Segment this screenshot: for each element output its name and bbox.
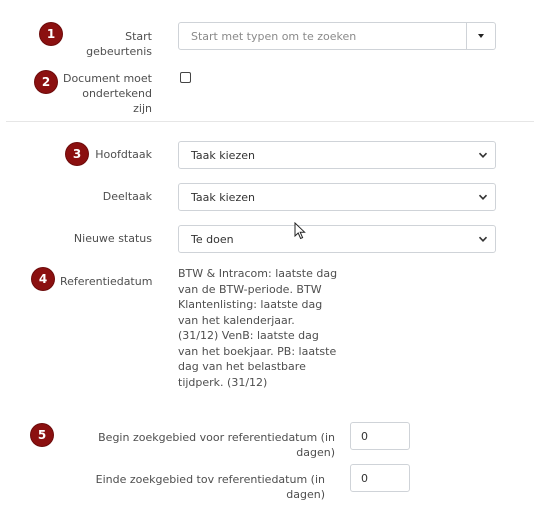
referentiedatum-line: BTW & Intracom: laatste dag	[178, 267, 338, 280]
step-badge-5: 5	[31, 424, 53, 446]
deeltaak-value: Taak kiezen	[191, 190, 255, 204]
hoofdtaak-select[interactable]: Taak kiezen	[178, 141, 496, 169]
referentiedatum-line: dag van het belastbare	[178, 360, 306, 373]
start-event-input[interactable]: Start met typen om te zoeken	[191, 23, 356, 49]
step-badge-2: 2	[35, 71, 57, 93]
step-badge-1: 1	[40, 23, 62, 45]
hoofdtaak-value: Taak kiezen	[191, 148, 255, 162]
step-badge-4: 4	[32, 268, 54, 290]
begin-zoekgebied-input[interactable]: 0	[350, 422, 410, 450]
deeltaak-select[interactable]: Taak kiezen	[178, 183, 496, 211]
hoofdtaak-label: Hoofdtaak	[95, 148, 152, 161]
caret-down-icon	[478, 34, 484, 38]
section-divider	[6, 121, 534, 122]
referentiedatum-line: Klantenlisting: laatste dag	[178, 298, 323, 311]
referentiedatum-description: BTW & Intracom: laatste dag van de BTW-p…	[178, 266, 348, 390]
document-signed-label-line2: ondertekend zijn	[82, 87, 152, 115]
deeltaak-label: Deeltaak	[102, 190, 152, 203]
chevron-down-icon	[478, 152, 488, 158]
referentiedatum-line: van de BTW-periode. BTW	[178, 282, 322, 296]
referentiedatum-label: Referentiedatum	[60, 275, 153, 288]
einde-zoekgebied-input[interactable]: 0	[350, 464, 410, 492]
chevron-down-icon	[478, 194, 488, 200]
mouse-pointer-icon	[294, 222, 306, 240]
nieuwe-status-value: Te doen	[191, 232, 234, 246]
start-event-label: Start gebeurtenis	[86, 30, 152, 58]
begin-zoekgebied-label: Begin zoekgebied voor referentiedatum (i…	[98, 431, 335, 459]
document-signed-checkbox[interactable]	[180, 72, 191, 83]
referentiedatum-line: van het kalenderjaar.	[178, 313, 295, 327]
start-event-combobox[interactable]: Start met typen om te zoeken	[178, 22, 496, 50]
chevron-down-icon	[478, 236, 488, 242]
referentiedatum-line: van het boekjaar. PB: laatste	[178, 344, 337, 358]
nieuwe-status-select[interactable]: Te doen	[178, 225, 496, 253]
referentiedatum-line: tijdperk. (31/12)	[178, 375, 268, 389]
document-signed-label: Document moet ondertekend zijn	[60, 71, 152, 116]
document-signed-label-line1: Document moet	[62, 72, 152, 85]
referentiedatum-line: (31/12) VenB: laatste dag	[178, 329, 319, 342]
nieuwe-status-label: Nieuwe status	[73, 232, 152, 245]
combo-dropdown-button[interactable]	[466, 23, 495, 49]
einde-zoekgebied-label: Einde zoekgebied tov referentiedatum (in…	[95, 473, 325, 501]
